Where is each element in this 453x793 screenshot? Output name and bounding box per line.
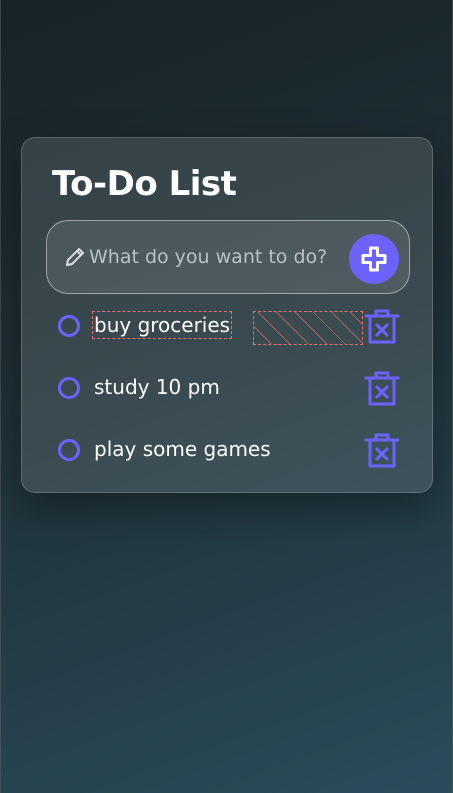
task-input[interactable] xyxy=(89,243,343,271)
page-title: To-Do List xyxy=(52,164,237,204)
task-item: play some games xyxy=(56,430,406,470)
task-label: buy groceries xyxy=(91,311,233,339)
task-item: buy groceries xyxy=(56,306,406,346)
pencil-icon xyxy=(66,248,84,266)
frame-left-edge xyxy=(0,0,1,793)
selection-overlay xyxy=(253,311,363,345)
circle-icon[interactable] xyxy=(58,439,80,461)
trash-x-icon[interactable] xyxy=(362,368,402,408)
task-label: study 10 pm xyxy=(94,375,220,399)
trash-x-icon[interactable] xyxy=(362,306,402,346)
task-item: study 10 pm xyxy=(56,368,406,408)
add-task-button[interactable] xyxy=(349,234,399,284)
todo-card: To-Do List buy groceries study 10 pm xyxy=(21,137,433,493)
circle-icon[interactable] xyxy=(58,315,80,337)
trash-x-icon[interactable] xyxy=(362,430,402,470)
task-label: play some games xyxy=(94,437,271,461)
task-input-bar xyxy=(46,220,410,294)
plus-icon xyxy=(361,246,387,272)
circle-icon[interactable] xyxy=(58,377,80,399)
